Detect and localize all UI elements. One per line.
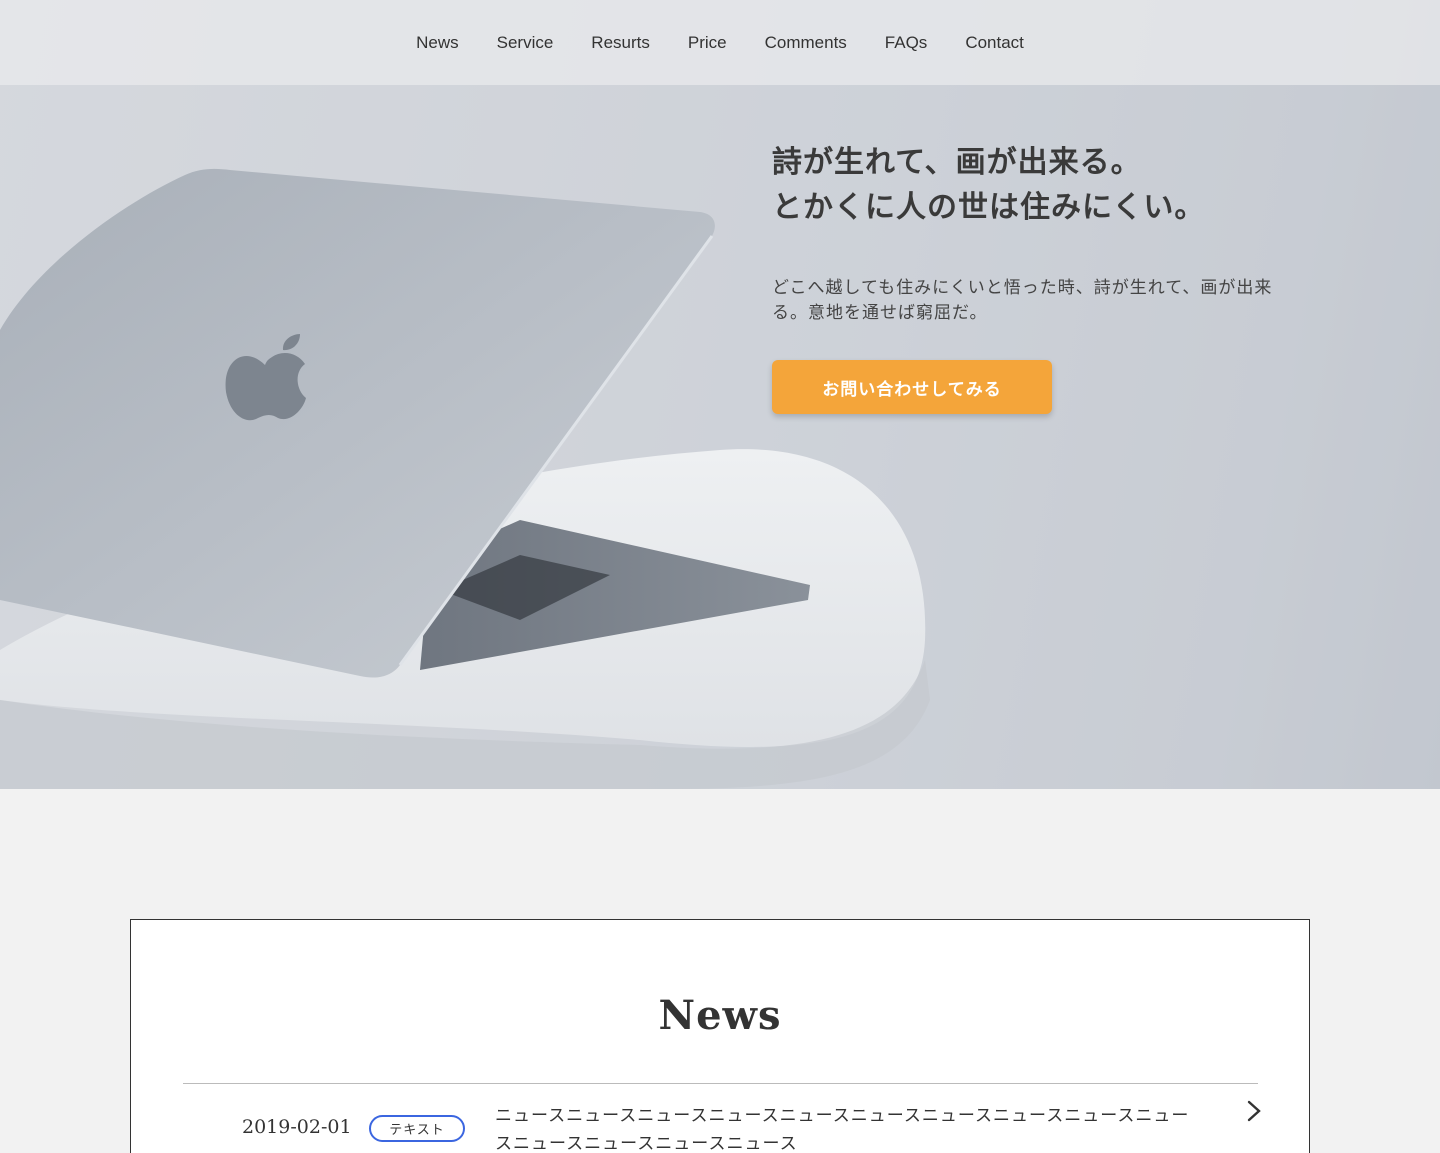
- news-date: 2019-02-01: [242, 1116, 352, 1138]
- nav-item-contact[interactable]: Contact: [965, 33, 1024, 53]
- nav-item-service[interactable]: Service: [497, 33, 554, 53]
- news-category-tag: テキスト: [369, 1115, 465, 1142]
- contact-cta-button[interactable]: お問い合わせしてみる: [772, 360, 1052, 414]
- news-section: News 2019-02-01 テキスト ニュースニュースニュースニュースニュー…: [130, 919, 1310, 1153]
- nav-list: News Service Resurts Price Comments FAQs…: [397, 33, 1043, 53]
- nav-item-results[interactable]: Resurts: [591, 33, 650, 53]
- hero-title-line-2: とかくに人の世は住みにくい。: [772, 190, 1206, 225]
- laptop-hero-image: [0, 0, 1440, 789]
- top-navigation: News Service Resurts Price Comments FAQs…: [0, 0, 1440, 85]
- hero-title: 詩が生れて、画が出来る。 とかくに人の世は住みにくい。: [772, 140, 1302, 230]
- hero-title-line-1: 詩が生れて、画が出来る。: [772, 145, 1142, 180]
- hero-copy: 詩が生れて、画が出来る。 とかくに人の世は住みにくい。 どこへ越しても住みにくい…: [772, 140, 1302, 326]
- nav-item-price[interactable]: Price: [688, 33, 727, 53]
- nav-item-comments[interactable]: Comments: [765, 33, 847, 53]
- chevron-right-icon[interactable]: [1243, 1100, 1265, 1122]
- news-list-item[interactable]: 2019-02-01 テキスト ニュースニュースニュースニュースニュースニュース…: [183, 1084, 1261, 1153]
- hero-section: News Service Resurts Price Comments FAQs…: [0, 0, 1440, 789]
- nav-item-news[interactable]: News: [416, 33, 459, 53]
- news-heading: News: [658, 992, 782, 1039]
- news-text: ニュースニュースニュースニュースニュースニュースニュースニュースニュースニュース…: [495, 1106, 1190, 1153]
- nav-item-faqs[interactable]: FAQs: [885, 33, 928, 53]
- hero-description: どこへ越しても住みにくいと悟った時、詩が生れて、画が出来る。意地を通せば窮屈だ。: [772, 278, 1273, 323]
